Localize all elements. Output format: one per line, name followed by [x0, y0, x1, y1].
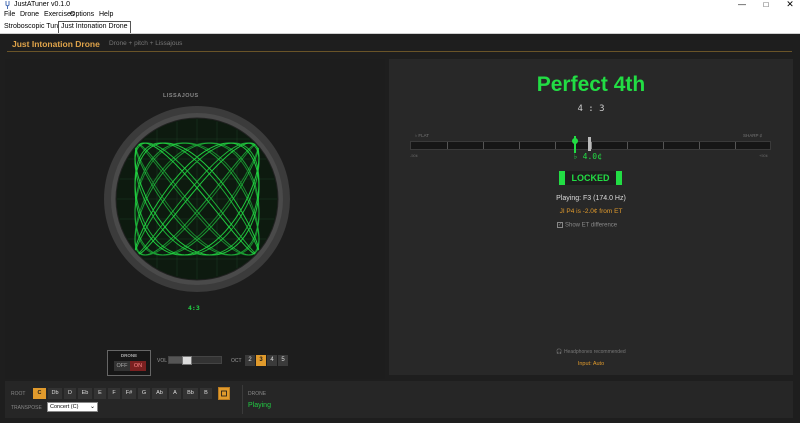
transpose-value: Concert (C)	[50, 404, 79, 410]
drone-toggle-label: DRONE	[120, 353, 138, 358]
tab-stroboscopic-tuner[interactable]: Stroboscopic Tuner	[2, 22, 66, 33]
drone-status-value: Playing	[248, 402, 271, 409]
locked-indicator: LOCKED	[559, 171, 622, 185]
lock-bar-right	[616, 171, 622, 185]
chevron-down-icon[interactable]: ⌄	[90, 403, 95, 412]
menu-drone[interactable]: Drone	[20, 10, 39, 20]
app-window: JustATuner v0.1.0 — □ ✕ File Drone Exerc…	[0, 0, 800, 423]
interval-panel: Perfect 4th 4 : 3 ♭ FLAT SHARP ♯ -50¢ +5…	[389, 59, 793, 375]
root-note-a[interactable]: A	[169, 388, 181, 399]
root-note-bb[interactable]: Bb	[183, 388, 198, 399]
root-note-f[interactable]: F	[108, 388, 120, 399]
bottom-bar: ROOT C Db D Eb E F F# G Ab A Bb B TRANSP…	[5, 381, 793, 418]
main-content: Just Intonation Drone Drone + pitch + Li…	[0, 34, 800, 423]
drone-on-button[interactable]: ON	[130, 361, 146, 371]
locked-text: LOCKED	[571, 173, 610, 183]
playing-note: Playing: F3 (174.0 Hz)	[556, 195, 626, 202]
et-marker	[588, 137, 591, 151]
maximize-button[interactable]: □	[754, 0, 778, 10]
root-note-d[interactable]: D	[64, 388, 76, 399]
headphones-note: 🎧 Headphones recommended	[556, 349, 626, 355]
transpose-select[interactable]: Concert (C) ⌄	[47, 402, 98, 412]
window-title: JustATuner v0.1.0	[14, 1, 71, 8]
octave-2-button[interactable]: 2	[245, 355, 255, 366]
lissajous-ratio: 4:3	[188, 304, 200, 312]
lock-bar-left	[559, 171, 565, 185]
minimize-button[interactable]: —	[730, 0, 754, 10]
page-subtitle: Drone + pitch + Lissajous	[109, 40, 183, 47]
tab-just-intonation-drone[interactable]: Just Intonation Drone	[58, 21, 131, 33]
root-note-fsharp[interactable]: F#	[122, 388, 136, 399]
cents-readout: ♭ 4.0¢	[573, 152, 602, 161]
show-et-label: Show ET difference	[565, 222, 618, 229]
root-note-eb[interactable]: Eb	[78, 388, 92, 399]
lissajous-panel: LISSAJOUS 4:3 DRONE OFF ON VOL OCT 2 3 4…	[5, 59, 385, 379]
sharp-label: SHARP ♯	[743, 133, 762, 138]
notebook-tabs: Stroboscopic Tuner Just Intonation Drone	[0, 20, 800, 34]
root-note-ab[interactable]: Ab	[152, 388, 167, 399]
octave-4-button[interactable]: 4	[267, 355, 277, 366]
meter-min-label: -50¢	[410, 153, 419, 158]
root-note-g[interactable]: G	[138, 388, 150, 399]
page-title: Just Intonation Drone	[12, 39, 100, 49]
menu-help[interactable]: Help	[99, 10, 113, 20]
volume-label: VOL	[157, 358, 168, 364]
root-label: ROOT	[11, 391, 26, 397]
bottom-divider	[242, 385, 243, 414]
transpose-label: TRANSPOSE	[11, 405, 42, 411]
menu-file[interactable]: File	[4, 10, 15, 20]
listen-icon[interactable]	[218, 387, 230, 400]
octave-3-button[interactable]: 3	[256, 355, 266, 366]
volume-thumb[interactable]	[181, 356, 192, 365]
root-note-b[interactable]: B	[200, 388, 212, 399]
checkmark-icon[interactable]: ✓	[557, 222, 563, 228]
ji-et-difference: JI P4 is -2.0¢ from ET	[559, 208, 623, 215]
volume-slider[interactable]	[168, 356, 222, 365]
lissajous-scope	[104, 106, 290, 292]
root-note-e[interactable]: E	[94, 388, 106, 399]
drone-off-button[interactable]: OFF	[114, 361, 130, 371]
interval-ratio: 4 : 3	[577, 104, 605, 114]
title-bar: JustATuner v0.1.0 — □ ✕	[0, 0, 800, 10]
interval-name: Perfect 4th	[536, 73, 646, 96]
menu-bar: File Drone Exercises Options Help	[0, 10, 800, 20]
input-source: Input: Auto	[577, 361, 605, 367]
menu-options[interactable]: Options	[70, 10, 94, 20]
root-note-db[interactable]: Db	[48, 388, 62, 399]
show-et-checkbox[interactable]: ✓ Show ET difference	[557, 222, 617, 229]
root-note-c[interactable]: C	[33, 388, 46, 399]
meter-max-label: +50¢	[759, 153, 769, 158]
octave-5-button[interactable]: 5	[278, 355, 288, 366]
header-divider	[7, 51, 792, 52]
octave-label: OCT	[231, 358, 242, 364]
drone-status-label: DRONE	[248, 391, 267, 397]
tuning-fork-icon	[5, 1, 10, 9]
flat-label: ♭ FLAT	[415, 133, 430, 138]
drone-toggle: DRONE OFF ON	[107, 350, 151, 376]
close-button[interactable]: ✕	[778, 0, 800, 10]
tuning-needle-dot	[572, 138, 578, 144]
